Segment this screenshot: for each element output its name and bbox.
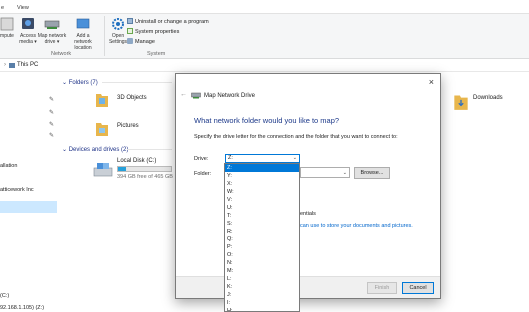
downloads-folder-icon <box>454 95 468 110</box>
map-drive-icon <box>44 20 60 29</box>
drive-option[interactable]: K: <box>225 283 299 291</box>
pin-icon[interactable]: ✎ <box>49 109 54 116</box>
nav-item-local-disk[interactable]: (C:) <box>0 293 9 299</box>
cancel-button[interactable]: Cancel <box>402 282 434 294</box>
chevron-down-icon[interactable]: ⌄ <box>343 170 347 176</box>
pin-icon[interactable]: ✎ <box>49 132 54 139</box>
chevron-down-icon: ⌄ <box>62 147 69 153</box>
drive-option[interactable]: O: <box>225 251 299 259</box>
add-network-location-label: Add a network location <box>74 33 92 51</box>
drive-option[interactable]: X: <box>225 180 299 188</box>
ribbon: mpute Access media ▾ Map network drive ▾… <box>0 14 529 59</box>
section-divider <box>102 82 172 83</box>
pictures-folder-icon <box>96 123 108 136</box>
pin-icon[interactable]: ✎ <box>49 121 54 128</box>
drive-option[interactable]: R: <box>225 228 299 236</box>
store-documents-link[interactable]: can use to store your documents and pict… <box>300 223 413 229</box>
manage-icon <box>127 38 133 44</box>
local-disk-free-space: 394 GB free of 465 GB <box>117 174 173 180</box>
network-location-icon <box>76 18 90 29</box>
folder-downloads[interactable]: Downloads <box>473 95 503 101</box>
map-network-drive-label: Map network drive ▾ <box>37 33 67 45</box>
back-arrow-icon[interactable]: ← <box>180 91 187 98</box>
section-divider <box>127 149 172 150</box>
manage-link[interactable]: Manage <box>127 38 155 46</box>
devices-header-text: Devices and drives (2) <box>68 147 129 153</box>
disk-usage-bar <box>117 166 172 172</box>
drive-option[interactable]: Z: <box>225 164 299 172</box>
chevron-right-icon: › <box>4 62 6 68</box>
nav-item-installation[interactable]: allation <box>0 163 17 169</box>
drive-letter-dropdown: Z:Y:X:W:V:U:T:S:R:Q:P:O:N:M:L:K:J:I:H:G: <box>224 163 300 312</box>
local-disk-icon <box>93 163 113 177</box>
system-group-label: System <box>147 51 166 57</box>
close-icon[interactable]: × <box>429 77 434 87</box>
drive-option[interactable]: S: <box>225 220 299 228</box>
drive-option[interactable]: L: <box>225 275 299 283</box>
map-network-drive-button[interactable]: Map network drive ▾ <box>37 17 67 45</box>
drive-label: Drive: <box>194 156 209 162</box>
properties-label: mpute <box>0 33 14 39</box>
drive-option[interactable]: T: <box>225 212 299 220</box>
nav-item-atticework[interactable]: atticework Inc <box>0 187 34 193</box>
folders-header-text: Folders (7) <box>68 80 98 86</box>
computer-icon <box>9 63 15 68</box>
chevron-down-icon: ⌄ <box>62 80 69 86</box>
finish-button[interactable]: Finish <box>367 282 397 294</box>
drive-select-value: Z: <box>228 155 233 161</box>
address-path: This PC <box>17 62 39 68</box>
disk-usage-fill <box>118 167 126 171</box>
media-icon <box>22 18 34 29</box>
tab-view[interactable]: View <box>17 5 29 11</box>
uninstall-icon <box>127 18 133 24</box>
folders-section-header[interactable]: ⌄ Folders (7) <box>62 79 98 86</box>
system-properties-label: System properties <box>135 29 180 35</box>
pin-icon[interactable]: ✎ <box>49 96 54 103</box>
navigation-pane: ✎ ✎ ✎ ✎ allation atticework Inc (C:) 92.… <box>0 72 57 312</box>
system-properties-link[interactable]: System properties <box>127 28 179 36</box>
drive-option[interactable]: Y: <box>225 172 299 180</box>
folder-pictures[interactable]: Pictures <box>117 123 139 129</box>
manage-label: Manage <box>135 39 155 45</box>
dialog-footer: Finish Cancel <box>176 276 440 298</box>
local-disk-name[interactable]: Local Disk (C:) <box>117 158 156 164</box>
address-bar[interactable]: › This PC <box>0 60 529 72</box>
nav-item-network-drive[interactable]: 92.168.1.105) (Z:) <box>0 305 44 311</box>
folder-input[interactable]: ⌄ <box>300 167 350 178</box>
uninstall-label: Uninstall or change a program <box>135 19 209 25</box>
drive-select[interactable]: Z: ⌄ <box>225 154 300 163</box>
dialog-heading: What network folder would you like to ma… <box>194 116 340 125</box>
drive-option[interactable]: P: <box>225 243 299 251</box>
gear-icon <box>112 18 124 30</box>
folder-label: Folder: <box>194 171 212 177</box>
folder-3d-objects[interactable]: 3D Objects <box>117 95 147 101</box>
drive-option[interactable]: N: <box>225 259 299 267</box>
nav-selected-item[interactable] <box>0 201 57 213</box>
drive-option[interactable]: I: <box>225 299 299 307</box>
open-settings-label: Open Settings <box>108 33 128 45</box>
chevron-down-icon: ⌄ <box>292 155 297 161</box>
drive-option[interactable]: J: <box>225 291 299 299</box>
map-network-drive-dialog: × ← Map Network Drive What network folde… <box>175 73 441 299</box>
devices-section-header[interactable]: ⌄ Devices and drives (2) <box>62 146 128 153</box>
drive-option[interactable]: U: <box>225 204 299 212</box>
drive-option[interactable]: W: <box>225 188 299 196</box>
3d-objects-folder-icon <box>96 94 108 107</box>
browse-button[interactable]: Browse... <box>354 167 390 179</box>
drive-option[interactable]: V: <box>225 196 299 204</box>
network-drive-icon <box>191 92 201 99</box>
add-network-location-button[interactable]: Add a network location <box>68 17 98 51</box>
ribbon-tab-bar: e View <box>0 0 529 14</box>
uninstall-program-link[interactable]: Uninstall or change a program <box>127 18 209 26</box>
tab-computer[interactable]: e <box>1 5 4 11</box>
check-icon <box>127 28 133 34</box>
network-group-label: Network <box>51 51 72 57</box>
dialog-title: Map Network Drive <box>204 93 256 99</box>
dialog-instruction: Specify the drive letter for the connect… <box>194 134 398 140</box>
access-media-label: Access media ▾ <box>19 33 37 45</box>
credentials-checkbox-label[interactable]: entials <box>300 211 316 217</box>
drive-option[interactable]: H: <box>225 307 299 311</box>
drive-option[interactable]: M: <box>225 267 299 275</box>
drive-option[interactable]: Q: <box>225 235 299 243</box>
